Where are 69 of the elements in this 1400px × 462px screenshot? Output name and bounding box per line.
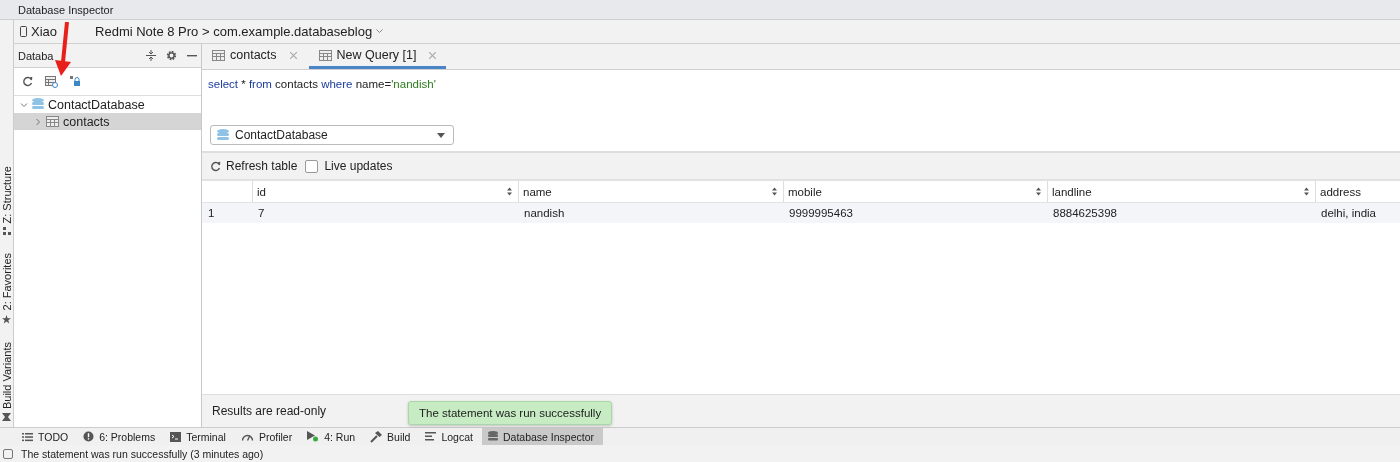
- row-number: 1: [202, 202, 252, 223]
- column-header[interactable]: id: [252, 181, 518, 202]
- variants-icon: [2, 413, 11, 421]
- sort-icon[interactable]: [507, 187, 512, 196]
- refresh-table-button[interactable]: Refresh table: [210, 159, 298, 173]
- warning-icon: [83, 431, 95, 442]
- device-app-selector[interactable]: Redmi Note 8 Pro > com.example.databaseblog: [95, 24, 373, 39]
- tool-window-tab[interactable]: Profiler: [234, 428, 302, 445]
- tool-window-tab[interactable]: 6: Problems: [77, 428, 165, 445]
- window-title: Database Inspector: [18, 3, 114, 16]
- editor-tab[interactable]: New Query [1]: [308, 44, 447, 69]
- play-icon: [307, 431, 320, 442]
- table-icon: [46, 116, 59, 127]
- editor-tab[interactable]: contacts: [210, 44, 307, 69]
- table-cell: 7: [252, 202, 518, 223]
- settings-icon[interactable]: [166, 50, 177, 61]
- sql-query[interactable]: select * from contacts where name='nandish': [208, 78, 1394, 90]
- tool-window-tab[interactable]: Logcat: [419, 428, 482, 445]
- side-tool-tab[interactable]: 2: Favorites: [0, 253, 13, 311]
- chevron-down-icon[interactable]: [376, 29, 384, 34]
- gauge-icon: [240, 432, 254, 441]
- side-tool-tab[interactable]: Build Variants: [0, 341, 13, 409]
- tool-window-tab[interactable]: Terminal: [164, 428, 235, 445]
- column-header[interactable]: landline: [1047, 181, 1315, 202]
- table-cell: nandish: [518, 202, 783, 223]
- query-table-icon[interactable]: [45, 75, 58, 88]
- table-cell: 9999995463: [783, 202, 1047, 223]
- notification-balloon: The statement was run successfully: [408, 401, 613, 425]
- panel-title: Databa: [18, 49, 55, 62]
- database-icon: [32, 98, 44, 111]
- minimize-icon[interactable]: [187, 54, 197, 57]
- phone-icon: [20, 26, 27, 37]
- refresh-icon: [210, 160, 221, 172]
- hammer-icon: [370, 430, 383, 443]
- side-tool-tab[interactable]: Z: Structure: [0, 166, 13, 224]
- checkbox-label[interactable]: Live updates: [324, 159, 393, 173]
- structure-icon: [2, 227, 11, 236]
- database-icon: [217, 128, 229, 142]
- collapse-icon[interactable]: [146, 50, 156, 61]
- lock-tree-icon[interactable]: [70, 76, 81, 87]
- tool-window-tab[interactable]: TODO: [16, 428, 78, 445]
- device-name[interactable]: Xiao: [31, 24, 58, 39]
- sort-icon[interactable]: [772, 187, 777, 196]
- table-icon: [318, 49, 332, 61]
- sort-icon[interactable]: [1304, 187, 1309, 196]
- terminal-icon: [170, 431, 182, 442]
- database-icon: [487, 430, 498, 443]
- log-lines-icon: [425, 432, 437, 441]
- refresh-icon[interactable]: [22, 76, 33, 87]
- database-dropdown[interactable]: ContactDatabase: [210, 125, 454, 145]
- tool-window-tab[interactable]: Build: [364, 428, 420, 445]
- column-header[interactable]: name: [518, 181, 783, 202]
- tool-window-tab[interactable]: Database Inspector: [481, 428, 604, 445]
- status-message: The statement was run successfully (3 minutes ago): [21, 447, 264, 460]
- status-icon[interactable]: [3, 448, 13, 459]
- column-header[interactable]: mobile: [783, 181, 1047, 202]
- checkbox[interactable]: [305, 159, 319, 173]
- tree-item[interactable]: contacts: [14, 113, 201, 130]
- table-cell: 8884625398: [1047, 202, 1315, 223]
- read-only-note: Results are read-only: [212, 404, 327, 418]
- tree-item[interactable]: ContactDatabase: [14, 96, 201, 113]
- star-icon: [2, 314, 11, 324]
- list-icon: [22, 431, 33, 442]
- column-header[interactable]: address: [1315, 181, 1400, 202]
- tool-window-tab[interactable]: 4: Run: [301, 428, 365, 445]
- sort-icon[interactable]: [1036, 187, 1041, 196]
- table-icon: [212, 49, 225, 61]
- table-cell: delhi, india: [1315, 202, 1400, 223]
- dropdown-arrow-icon[interactable]: [437, 132, 445, 138]
